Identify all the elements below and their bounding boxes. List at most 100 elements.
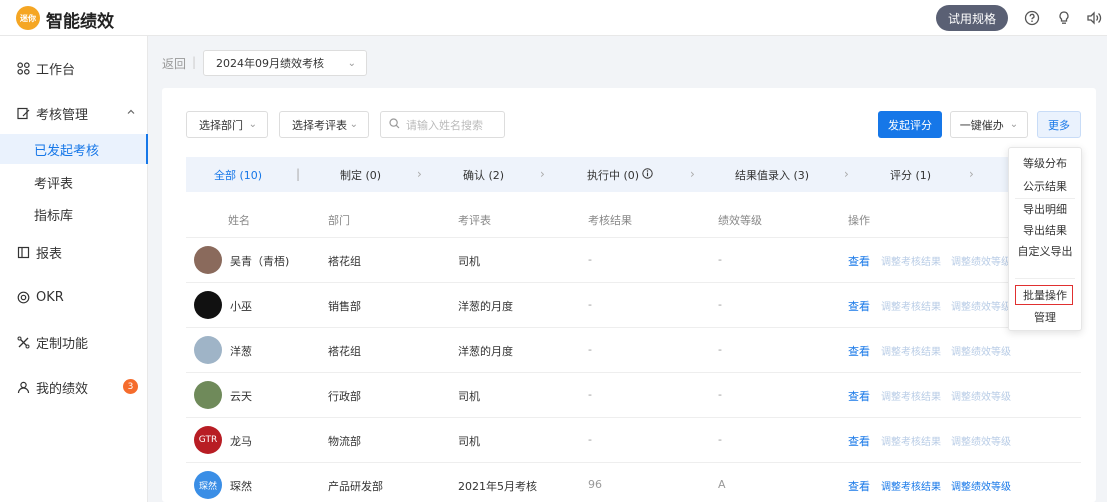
view-link[interactable]: 查看 (848, 253, 870, 269)
step-draft[interactable]: 制定 (0) (340, 157, 381, 192)
step-scoring[interactable]: 评分 (1) (890, 157, 931, 192)
adjust-result-link[interactable]: 调整考核结果 (881, 253, 941, 268)
sidebar-sub-indicators[interactable]: 指标库 (0, 199, 148, 229)
sidebar-item-custom[interactable]: 定制功能 (0, 325, 148, 359)
adjust-level-link[interactable]: 调整绩效等级 (951, 298, 1011, 313)
sidebar-item-okr[interactable]: OKR (0, 280, 148, 314)
view-link[interactable]: 查看 (848, 478, 870, 494)
cell-form: 洋葱的月度 (458, 345, 513, 358)
divider: | (296, 167, 301, 181)
sidebar-item-report[interactable]: 报表 (0, 235, 148, 269)
sidebar-sub-launched[interactable]: 已发起考核 (0, 134, 148, 164)
th-level: 绩效等级 (718, 214, 762, 227)
chevron-down-icon: ⌄ (248, 119, 257, 130)
cell-name: 琛然 (230, 480, 252, 493)
step-confirm[interactable]: 确认 (2) (463, 157, 504, 192)
form-select[interactable]: 选择考评表 ⌄ (279, 111, 369, 138)
chevron-right-icon: › (540, 167, 545, 181)
lightbulb-icon[interactable] (1054, 8, 1074, 28)
cell-level: - (718, 343, 722, 356)
adjust-level-link[interactable]: 调整绩效等级 (951, 388, 1011, 403)
top-bar: 迷你 智能绩效 试用规格 (0, 0, 1107, 36)
sound-icon[interactable] (1084, 8, 1104, 28)
adjust-result-link[interactable]: 调整考核结果 (881, 388, 941, 403)
view-link[interactable]: 查看 (848, 388, 870, 404)
cell-form: 2021年5月考核 (458, 480, 537, 493)
logo-text: 迷你 (20, 13, 36, 23)
adjust-level-link[interactable]: 调整绩效等级 (951, 478, 1011, 493)
sidebar-item-my-performance[interactable]: 我的绩效 3 (0, 370, 148, 404)
trial-button[interactable]: 试用规格 (936, 5, 1008, 31)
cell-result: - (588, 388, 592, 401)
menu-item-manage[interactable]: 管理 (1009, 307, 1081, 327)
menu-item-export-result[interactable]: 导出结果 (1009, 220, 1081, 240)
user-icon (16, 380, 30, 394)
avatar: 琛然 (194, 471, 222, 499)
status-steps: 全部 (10) | 制定 (0) › 确认 (2) › 执行中 (0) › 结果… (186, 157, 1081, 192)
cell-level: - (718, 253, 722, 266)
sidebar-item-label: 我的绩效 (36, 381, 89, 397)
view-link[interactable]: 查看 (848, 298, 870, 314)
step-executing-label: 执行中 (0) (587, 168, 640, 182)
avatar: GTR (194, 426, 222, 454)
cell-dept: 褡花组 (328, 255, 361, 268)
menu-item-level-distribution[interactable]: 等级分布 (1009, 153, 1081, 173)
cell-level: - (718, 298, 722, 311)
avatar (194, 381, 222, 409)
cell-dept: 产品研发部 (328, 480, 383, 493)
adjust-level-link[interactable]: 调整绩效等级 (951, 433, 1011, 448)
step-all[interactable]: 全部 (10) (214, 157, 262, 192)
cell-result: - (588, 343, 592, 356)
period-select[interactable]: 2024年09月绩效考核 ⌄ (203, 50, 367, 76)
divider: | (192, 55, 197, 69)
adjust-result-link[interactable]: 调整考核结果 (881, 298, 941, 313)
adjust-result-link[interactable]: 调整考核结果 (881, 433, 941, 448)
menu-item-batch-operation[interactable]: 批量操作 (1009, 285, 1081, 305)
adjust-level-link[interactable]: 调整绩效等级 (951, 253, 1011, 268)
dept-select-label: 选择部门 (199, 118, 243, 132)
table-header: 姓名 部门 考评表 考核结果 绩效等级 操作 (186, 200, 1081, 238)
menu-item-custom-export[interactable]: 自定义导出 (1009, 241, 1081, 261)
cell-level: - (718, 433, 722, 446)
adjust-result-link[interactable]: 调整考核结果 (881, 343, 941, 358)
cell-level: - (718, 388, 722, 401)
cell-form: 洋葱的月度 (458, 300, 513, 313)
search-icon (389, 117, 400, 132)
step-executing[interactable]: 执行中 (0) (587, 157, 653, 192)
app-logo: 迷你 (16, 6, 40, 30)
dept-select[interactable]: 选择部门 ⌄ (186, 111, 268, 138)
edit-icon (16, 106, 30, 120)
urge-button[interactable]: 一键催办 ⌄ (950, 111, 1028, 138)
table-row: 琛然 琛然 产品研发部 2021年5月考核 96 A 查看 调整考核结果 调整绩效等级 (186, 463, 1081, 502)
cell-form: 司机 (458, 255, 480, 268)
cell-name: 云天 (230, 390, 252, 403)
sidebar-item-workbench[interactable]: 工作台 (0, 51, 148, 85)
cell-level: A (718, 478, 726, 491)
menu-item-publish-result[interactable]: 公示结果 (1009, 176, 1081, 196)
search-input[interactable]: 请输入姓名搜索 (380, 111, 505, 138)
sidebar-item-label: 考核管理 (36, 107, 89, 123)
chevron-down-icon: ⌄ (349, 119, 358, 130)
grid-icon (16, 61, 30, 75)
sidebar-sub-forms[interactable]: 考评表 (0, 167, 148, 197)
more-button[interactable]: 更多 (1037, 111, 1081, 138)
table-row: 吴青（青梧) 褡花组 司机 - - 查看 调整考核结果 调整绩效等级 (186, 238, 1081, 283)
main-card: 选择部门 ⌄ 选择考评表 ⌄ 请输入姓名搜索 发起评分 一键催办 ⌄ 更多 全部… (162, 88, 1096, 502)
view-link[interactable]: 查看 (848, 433, 870, 449)
sidebar-item-label: 报表 (36, 246, 63, 262)
cell-result: 96 (588, 478, 602, 491)
chevron-right-icon: › (417, 167, 422, 181)
more-dropdown-menu: 等级分布 公示结果 导出明细 导出结果 自定义导出 批量操作 管理 (1008, 147, 1082, 331)
view-link[interactable]: 查看 (848, 343, 870, 359)
cell-dept: 行政部 (328, 390, 361, 403)
start-scoring-button[interactable]: 发起评分 (878, 111, 942, 138)
adjust-result-link[interactable]: 调整考核结果 (881, 478, 941, 493)
sidebar-item-assessment[interactable]: 考核管理 (0, 96, 148, 130)
adjust-level-link[interactable]: 调整绩效等级 (951, 343, 1011, 358)
chevron-up-icon (126, 106, 136, 121)
step-result-entry[interactable]: 结果值录入 (3) (735, 157, 809, 192)
back-link[interactable]: 返回 (162, 55, 186, 72)
sidebar-item-label: 定制功能 (36, 336, 89, 352)
menu-item-export-detail[interactable]: 导出明细 (1009, 199, 1081, 219)
help-icon[interactable] (1022, 8, 1042, 28)
